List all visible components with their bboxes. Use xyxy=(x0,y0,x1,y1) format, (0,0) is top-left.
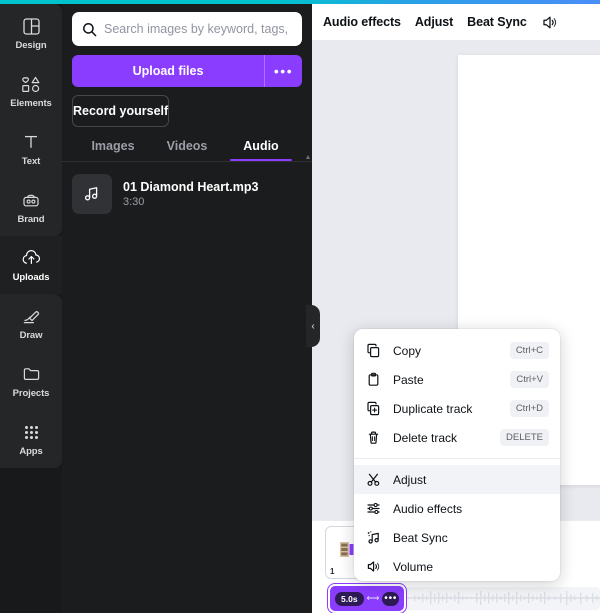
tab-videos[interactable]: Videos xyxy=(150,139,224,161)
menu-shortcut-delete-track: DELETE xyxy=(500,429,549,446)
menu-label-beat-sync: Beat Sync xyxy=(393,530,448,545)
apps-icon xyxy=(20,422,42,443)
sidebar-item-projects[interactable]: Projects xyxy=(0,352,62,410)
menu-item-volume[interactable]: Volume xyxy=(354,552,560,581)
uploads-icon xyxy=(20,248,42,269)
left-rail: Design Elements Text Brand Uploads Draw … xyxy=(0,4,62,613)
sidebar-label-design: Design xyxy=(15,39,47,51)
sidebar-item-apps[interactable]: Apps xyxy=(0,410,62,468)
clip-duration-badge: 5.0s xyxy=(335,591,364,606)
clip-more-button[interactable]: ••• xyxy=(382,591,399,606)
sidebar-label-projects: Projects xyxy=(12,387,50,399)
sidebar-label-uploads: Uploads xyxy=(12,271,50,283)
equalizer-icon xyxy=(365,501,381,517)
menu-shortcut-duplicate-track: Ctrl+D xyxy=(509,400,549,417)
trash-icon xyxy=(365,430,381,446)
sidebar-label-apps: Apps xyxy=(19,445,43,457)
audio-track-row: 5.0s ⟷ ••• xyxy=(312,583,600,613)
menu-label-adjust: Adjust xyxy=(393,472,427,487)
panel-tabs: Images Videos Audio xyxy=(72,139,302,161)
sidebar-item-elements[interactable]: Elements xyxy=(0,62,62,120)
menu-item-duplicate-track[interactable]: Duplicate track Ctrl+D xyxy=(354,394,560,423)
sidebar-label-text: Text xyxy=(21,155,41,167)
menu-label-duplicate-track: Duplicate track xyxy=(393,401,473,416)
copy-icon xyxy=(365,343,381,359)
sidebar-label-brand: Brand xyxy=(17,213,45,225)
sidebar-label-elements: Elements xyxy=(10,97,52,109)
search-input[interactable] xyxy=(104,22,292,36)
panel-divider xyxy=(62,161,312,162)
record-yourself-button[interactable]: Record yourself xyxy=(72,95,170,127)
clip-drag-handle[interactable]: ⟷ xyxy=(367,593,380,604)
elements-icon xyxy=(20,74,42,95)
audio-clip-selected[interactable]: 5.0s ⟷ ••• xyxy=(327,583,407,613)
list-item[interactable]: 01 Diamond Heart.mp3 3:30 xyxy=(72,174,302,214)
menu-label-volume: Volume xyxy=(393,559,434,574)
draw-icon xyxy=(20,306,42,327)
menu-label-audio-effects: Audio effects xyxy=(393,501,463,516)
search-box[interactable] xyxy=(72,12,302,46)
menu-label-copy: Copy xyxy=(393,343,422,358)
text-icon xyxy=(20,132,42,153)
upload-row: Upload files ••• xyxy=(72,55,302,87)
speaker-icon xyxy=(365,559,381,575)
menu-label-delete-track: Delete track xyxy=(393,430,458,445)
speaker-icon[interactable] xyxy=(541,15,558,30)
projects-icon xyxy=(20,364,42,385)
top-accent-bar xyxy=(0,0,600,4)
search-icon xyxy=(82,22,97,37)
design-icon xyxy=(20,16,42,37)
menu-shortcut-paste: Ctrl+V xyxy=(510,371,549,388)
rail-group-bottom: Draw Projects Apps xyxy=(0,294,62,468)
uploads-panel: Upload files ••• Record yourself Images … xyxy=(62,4,312,613)
toolbar-adjust[interactable]: Adjust xyxy=(415,15,453,29)
panel-scrollbar[interactable]: ▲ xyxy=(305,154,312,174)
page-number: 1 xyxy=(330,567,335,576)
sidebar-label-draw: Draw xyxy=(19,329,43,341)
menu-item-paste[interactable]: Paste Ctrl+V xyxy=(354,365,560,394)
sidebar-item-design[interactable]: Design xyxy=(0,4,62,62)
beat-sync-icon xyxy=(365,530,381,546)
rail-group-top: Design Elements Text Brand xyxy=(0,4,62,236)
file-name: 01 Diamond Heart.mp3 xyxy=(123,180,259,194)
music-note-icon xyxy=(72,174,112,214)
file-duration: 3:30 xyxy=(123,196,145,208)
toolbar-beat-sync[interactable]: Beat Sync xyxy=(467,15,527,29)
menu-item-audio-effects[interactable]: Audio effects xyxy=(354,494,560,523)
audio-toolbar: Audio effects Adjust Beat Sync xyxy=(312,4,600,40)
sidebar-item-text[interactable]: Text xyxy=(0,120,62,178)
upload-files-button[interactable]: Upload files xyxy=(72,55,264,87)
upload-more-button[interactable]: ••• xyxy=(264,55,302,87)
sidebar-item-uploads[interactable]: Uploads xyxy=(0,236,62,294)
scissors-icon xyxy=(365,472,381,488)
sidebar-item-draw[interactable]: Draw xyxy=(0,294,62,352)
context-menu: Copy Ctrl+C Paste Ctrl+V Duplicate track… xyxy=(354,329,560,581)
menu-item-copy[interactable]: Copy Ctrl+C xyxy=(354,336,560,365)
menu-item-delete-track[interactable]: Delete track DELETE xyxy=(354,423,560,452)
toolbar-audio-effects[interactable]: Audio effects xyxy=(323,15,401,29)
sidebar-item-brand[interactable]: Brand xyxy=(0,178,62,236)
brand-icon xyxy=(20,190,42,211)
file-meta: 01 Diamond Heart.mp3 3:30 xyxy=(123,180,258,208)
menu-item-adjust[interactable]: Adjust xyxy=(354,465,560,494)
menu-item-beat-sync[interactable]: Beat Sync xyxy=(354,523,560,552)
tab-audio[interactable]: Audio xyxy=(224,139,298,161)
tab-images[interactable]: Images xyxy=(76,139,150,161)
menu-shortcut-copy: Ctrl+C xyxy=(509,342,549,359)
menu-separator xyxy=(354,458,560,459)
menu-label-paste: Paste xyxy=(393,372,424,387)
duplicate-icon xyxy=(365,401,381,417)
paste-icon xyxy=(365,372,381,388)
panel-collapse-handle[interactable]: ‹ xyxy=(306,305,320,347)
canva-editor-window: Audio effects Adjust Beat Sync 1 5.0s ⟷ … xyxy=(0,0,600,613)
